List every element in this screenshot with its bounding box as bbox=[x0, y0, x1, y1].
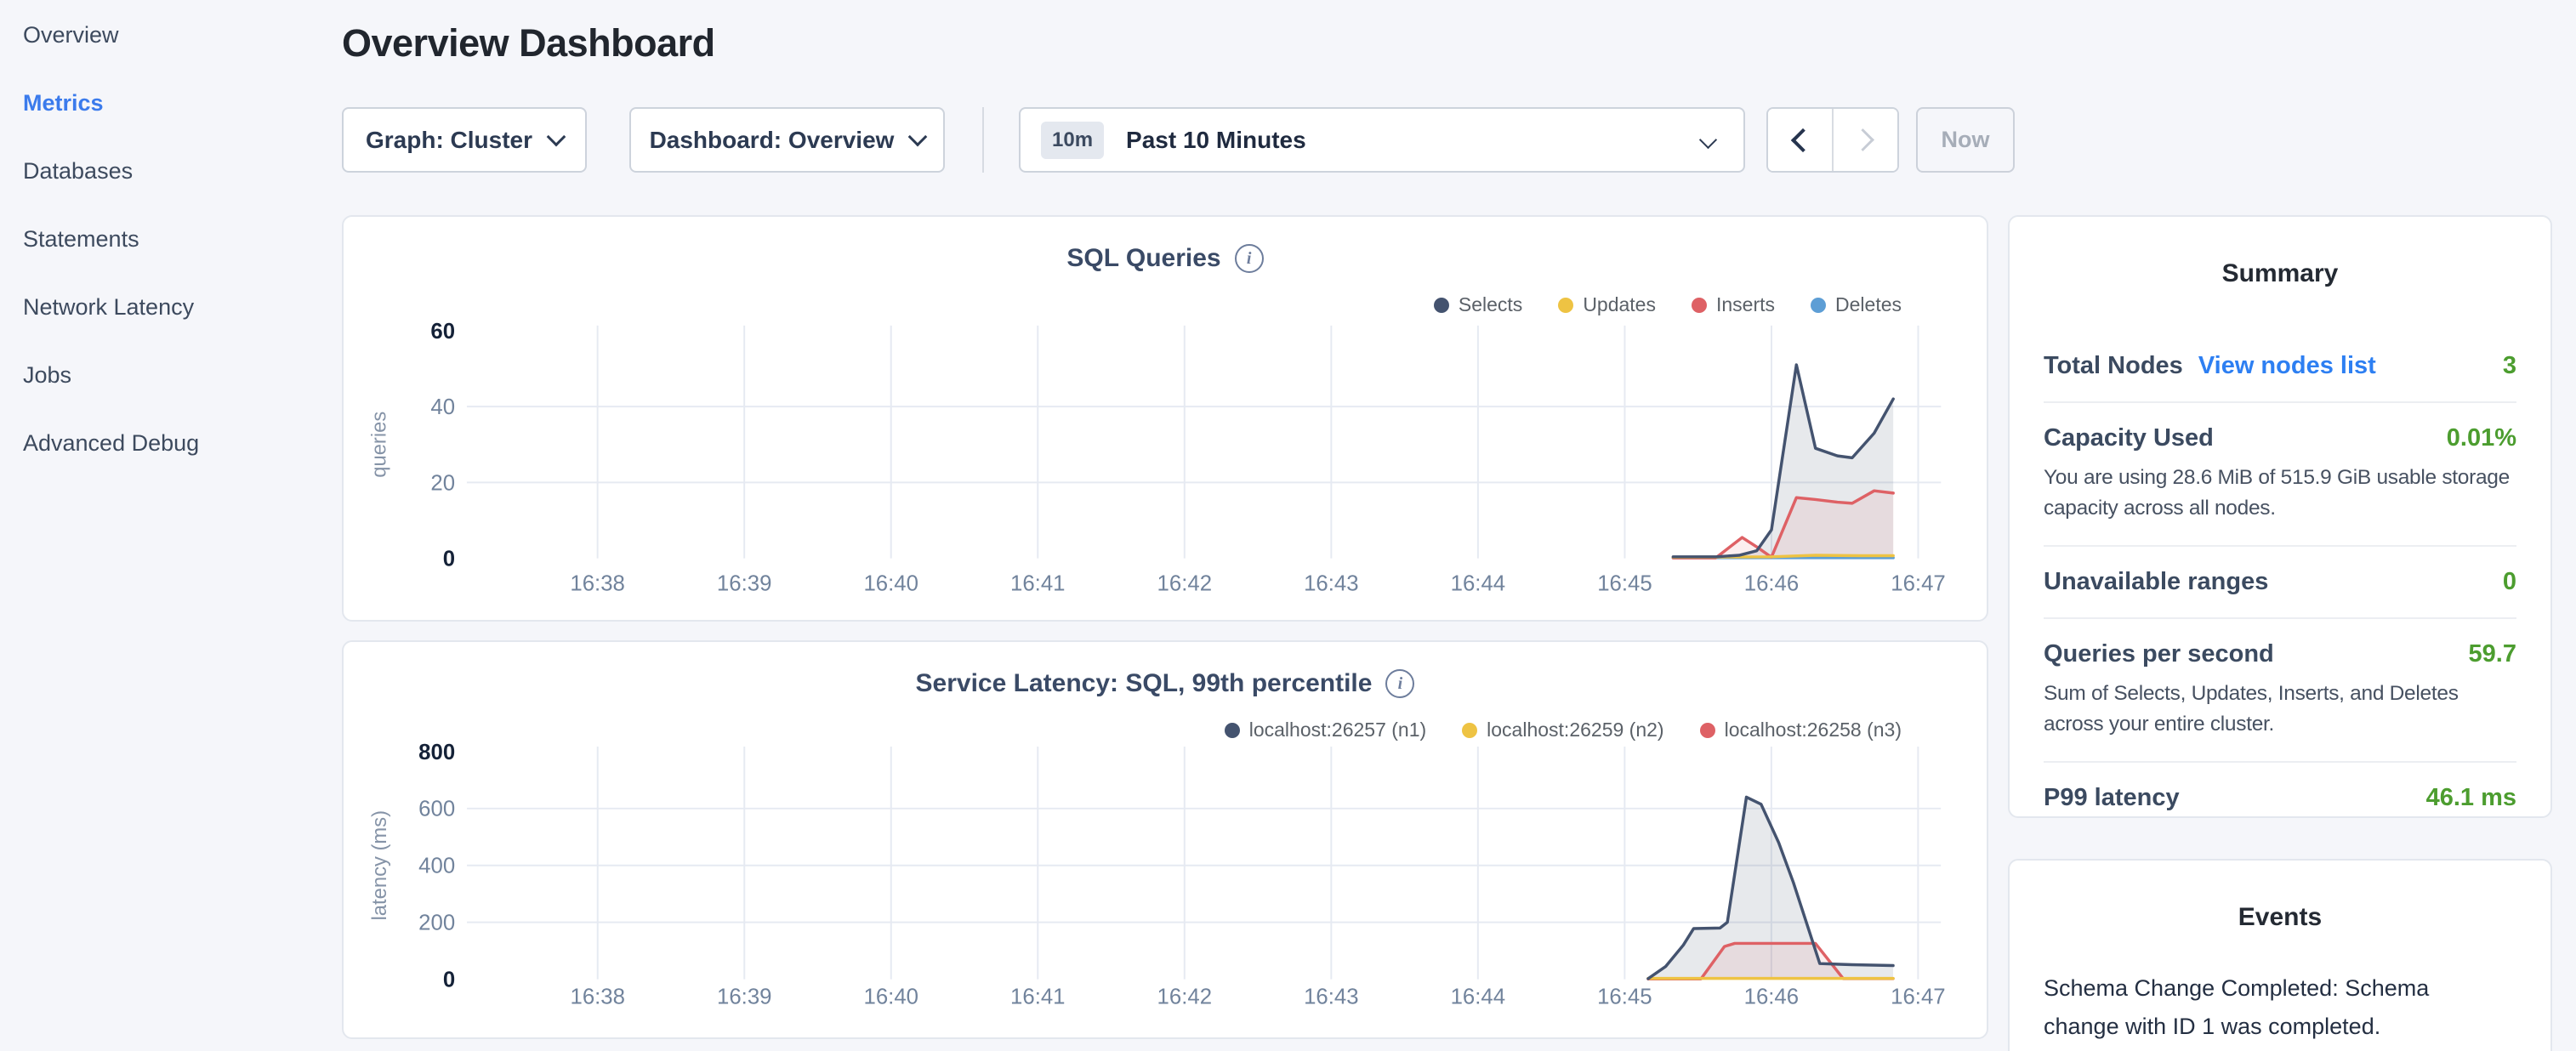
time-range-label: Past 10 Minutes bbox=[1126, 127, 1306, 154]
time-range-picker[interactable]: 10m Past 10 Minutes bbox=[1019, 107, 1745, 173]
metrics-page: Overview Metrics Databases Statements Networ… bbox=[0, 0, 2576, 1051]
y-tick-label: 20 bbox=[430, 471, 455, 495]
y-tick-label: 0 bbox=[443, 969, 455, 992]
summary-row-p99-latency: P99 latency 46.1 ms bbox=[2044, 761, 2516, 833]
time-back-button[interactable] bbox=[1768, 109, 1832, 171]
summary-row-total-nodes: Total Nodes View nodes list 3 bbox=[2044, 331, 2516, 401]
summary-panel: Summary Total Nodes View nodes list 3 Capac… bbox=[2008, 215, 2552, 818]
y-axis-label: latency (ms) bbox=[368, 810, 391, 921]
summary-row-queries-per-second: Queries per second 59.7 Sum of Selects, Up… bbox=[2044, 617, 2516, 761]
summary-row-label: P99 latency bbox=[2044, 784, 2180, 812]
service-latency-chart-card: Service Latency: SQL, 99th percentile i … bbox=[342, 640, 1988, 1039]
summary-row-value: 0.01% bbox=[2447, 424, 2516, 452]
summary-row-value: 59.7 bbox=[2469, 640, 2516, 668]
x-tick-label: 16:39 bbox=[717, 985, 771, 1008]
x-tick-label: 16:38 bbox=[570, 571, 624, 595]
time-forward-button[interactable] bbox=[1832, 109, 1897, 171]
summary-row-label: Queries per second bbox=[2044, 640, 2274, 668]
chevron-left-icon bbox=[1790, 128, 1814, 151]
events-title: Events bbox=[2044, 861, 2516, 932]
toolbar-divider bbox=[982, 107, 984, 173]
event-message[interactable]: Schema Change Completed: Schema change w… bbox=[2044, 969, 2443, 1046]
page-title: Overview Dashboard bbox=[342, 21, 715, 65]
x-tick-label: 16:41 bbox=[1010, 985, 1065, 1008]
now-button[interactable]: Now bbox=[1916, 107, 2015, 173]
summary-row-label: Capacity Used bbox=[2044, 424, 2214, 452]
summary-rows: Total Nodes View nodes list 3 Capacity Used… bbox=[2044, 331, 2516, 833]
sidebar-item-metrics[interactable]: Metrics bbox=[23, 88, 199, 118]
x-tick-label: 16:40 bbox=[864, 985, 918, 1008]
summary-row-capacity-used: Capacity Used 0.01% You are using 28.6 MiB… bbox=[2044, 401, 2516, 545]
y-tick-label: 60 bbox=[430, 320, 455, 344]
y-tick-label: 200 bbox=[418, 912, 455, 935]
x-tick-label: 16:38 bbox=[570, 985, 624, 1008]
sidebar-item-jobs[interactable]: Jobs bbox=[23, 360, 199, 390]
x-tick-label: 16:40 bbox=[863, 571, 918, 595]
chart-plot: 16:38 16:39 16:40 16:41 16:42 16:43 16:44 16:45… bbox=[344, 217, 1987, 620]
summary-row-description: Sum of Selects, Updates, Inserts, and De… bbox=[2044, 679, 2516, 740]
summary-row-value: 3 bbox=[2503, 352, 2516, 380]
x-tick-label: 16:43 bbox=[1304, 571, 1358, 595]
x-tick-label: 16:46 bbox=[1744, 985, 1799, 1008]
y-tick-label: 600 bbox=[418, 798, 455, 821]
sidebar-item-network-latency[interactable]: Network Latency bbox=[23, 292, 199, 322]
graph-dropdown[interactable]: Graph: Cluster bbox=[342, 107, 587, 173]
summary-row-description: You are using 28.6 MiB of 515.9 GiB usab… bbox=[2044, 463, 2516, 524]
chevron-right-icon bbox=[1851, 128, 1874, 151]
x-tick-label: 16:42 bbox=[1157, 985, 1212, 1008]
x-tick-label: 16:45 bbox=[1597, 571, 1652, 595]
x-tick-label: 16:47 bbox=[1891, 985, 1945, 1008]
sidebar-item-overview[interactable]: Overview bbox=[23, 20, 199, 50]
chart-plot: 16:38 16:39 16:40 16:41 16:42 16:43 16:44 16:45… bbox=[344, 642, 1987, 1037]
x-tick-label: 16:45 bbox=[1597, 985, 1652, 1008]
x-tick-label: 16:46 bbox=[1744, 571, 1799, 595]
chevron-down-icon bbox=[908, 127, 928, 146]
y-tick-label: 0 bbox=[443, 548, 455, 571]
y-tick-label: 400 bbox=[418, 855, 455, 878]
x-tick-label: 16:47 bbox=[1891, 571, 1945, 595]
y-tick-label: 40 bbox=[430, 395, 455, 419]
time-step-buttons bbox=[1766, 107, 1899, 173]
x-tick-label: 16:39 bbox=[717, 571, 771, 595]
dashboard-dropdown[interactable]: Dashboard: Overview bbox=[629, 107, 945, 173]
summary-row-unavailable-ranges: Unavailable ranges 0 bbox=[2044, 545, 2516, 617]
dashboard-dropdown-label: Dashboard: Overview bbox=[650, 127, 895, 154]
sidebar-item-statements[interactable]: Statements bbox=[23, 224, 199, 254]
graph-dropdown-label: Graph: Cluster bbox=[366, 127, 532, 154]
chevron-down-icon bbox=[1699, 131, 1717, 149]
y-tick-label: 800 bbox=[418, 741, 455, 764]
summary-row-value: 0 bbox=[2503, 568, 2516, 596]
x-tick-label: 16:44 bbox=[1451, 985, 1505, 1008]
summary-row-label: Unavailable ranges bbox=[2044, 568, 2268, 596]
events-panel: Events Schema Change Completed: Schema c… bbox=[2008, 859, 2552, 1051]
x-tick-label: 16:42 bbox=[1157, 571, 1212, 595]
sidebar-item-advanced-debug[interactable]: Advanced Debug bbox=[23, 428, 199, 458]
view-nodes-list-link[interactable]: View nodes list bbox=[2198, 352, 2376, 380]
x-tick-label: 16:43 bbox=[1304, 985, 1358, 1008]
x-tick-label: 16:44 bbox=[1451, 571, 1505, 595]
sql-queries-chart-card: SQL Queries i SelectsUpdatesInsertsDelet… bbox=[342, 215, 1988, 622]
time-range-badge: 10m bbox=[1041, 122, 1104, 159]
x-tick-label: 16:41 bbox=[1010, 571, 1065, 595]
sidebar-item-databases[interactable]: Databases bbox=[23, 156, 199, 186]
sidebar-nav: Overview Metrics Databases Statements Networ… bbox=[23, 20, 199, 496]
summary-row-label: Total Nodes bbox=[2044, 352, 2183, 380]
chevron-down-icon bbox=[547, 127, 566, 146]
y-axis-label: queries bbox=[368, 412, 391, 478]
summary-title: Summary bbox=[2044, 217, 2516, 288]
summary-row-value: 46.1 ms bbox=[2426, 784, 2516, 812]
